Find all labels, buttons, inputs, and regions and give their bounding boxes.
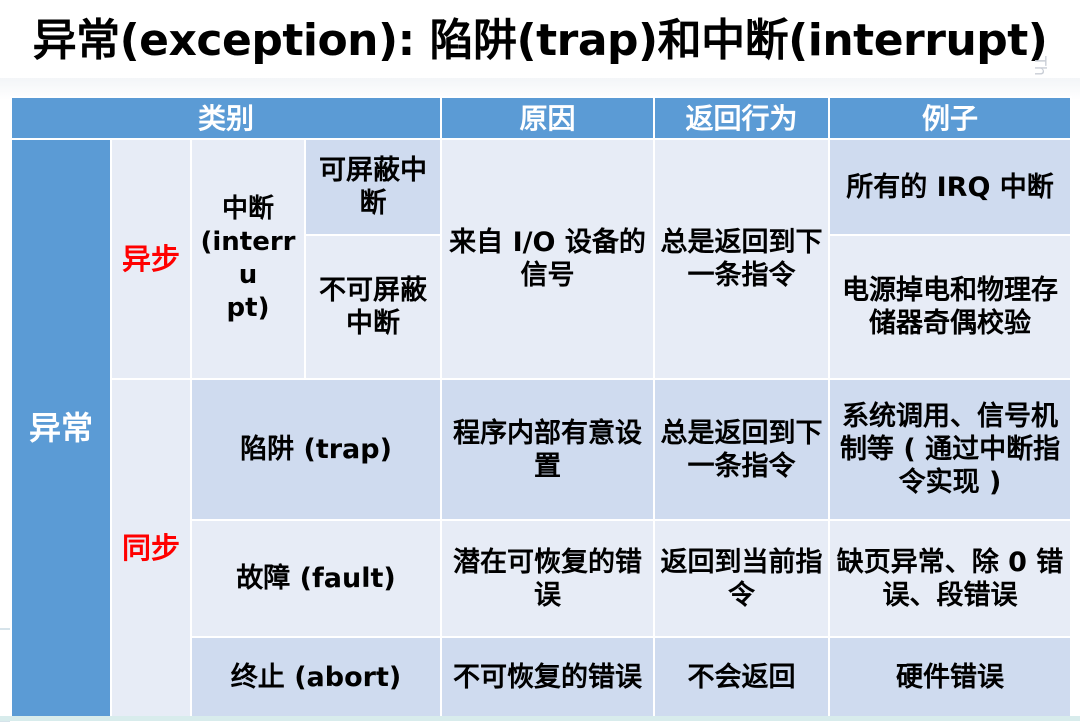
trap-return: 总是返回到下一条指令 bbox=[653, 378, 831, 521]
abort-example: 硬件错误 bbox=[828, 636, 1073, 718]
sync-label: 同步 bbox=[110, 378, 192, 718]
fault-return: 返回到当前指令 bbox=[653, 519, 831, 638]
interrupt-label: 中断 (interru pt) bbox=[190, 138, 306, 380]
maskable-example: 所有的 IRQ 中断 bbox=[828, 138, 1073, 236]
fault-example: 缺页异常、除 0 错误、段错误 bbox=[828, 519, 1073, 638]
nonmaskable-example: 电源掉电和物理存储器奇偶校验 bbox=[828, 234, 1073, 380]
fault-cause: 潜在可恢复的错误 bbox=[440, 519, 656, 638]
async-label: 异步 bbox=[110, 138, 192, 380]
abort-cause: 不可恢复的错误 bbox=[440, 636, 656, 718]
header-row: 类别 原因 返回行为 例子 bbox=[9, 96, 1073, 140]
nonmaskable-interrupt-label: 不可屏蔽中断 bbox=[303, 234, 443, 380]
maskable-interrupt-label: 可屏蔽中断 bbox=[303, 138, 443, 236]
interrupt-cause: 来自 I/O 设备的信号 bbox=[440, 138, 656, 380]
trap-example: 系统调用、信号机制等 ( 通过中断指令实现 ) bbox=[828, 378, 1073, 521]
table-row-maskable: 异常 异步 中断 (interru pt) 可屏蔽中断 来自 I/O 设备的信号… bbox=[10, 138, 1073, 718]
header-category: 类别 bbox=[9, 96, 443, 140]
abort-return: 不会返回 bbox=[653, 636, 831, 718]
trap-label: 陷阱 (trap) bbox=[189, 378, 443, 521]
exception-table: 类别 原因 返回行为 例子 异常 异步 中断 (interru pt) 可屏蔽中… bbox=[9, 96, 1073, 718]
header-return: 返回行为 bbox=[653, 96, 831, 140]
slide-title: 异常(exception): 陷阱(trap)和中断(interrupt) bbox=[32, 15, 1048, 66]
exception-label: 异常 bbox=[10, 138, 112, 718]
header-example: 例子 bbox=[828, 96, 1073, 140]
decoration-bottom-band bbox=[0, 716, 1080, 721]
trap-cause: 程序内部有意设置 bbox=[440, 378, 656, 521]
corner-text: Th bbox=[1031, 56, 1050, 76]
header-cause: 原因 bbox=[440, 96, 656, 140]
fault-label: 故障 (fault) bbox=[189, 519, 443, 638]
abort-label: 终止 (abort) bbox=[189, 636, 443, 718]
interrupt-return: 总是返回到下一条指令 bbox=[653, 138, 831, 380]
decoration-left-bars bbox=[0, 628, 10, 722]
table-row-trap: 同步 陷阱 (trap) 程序内部有意设置 总是返回到下一条指令 系统调用、信号… bbox=[11, 378, 1073, 718]
